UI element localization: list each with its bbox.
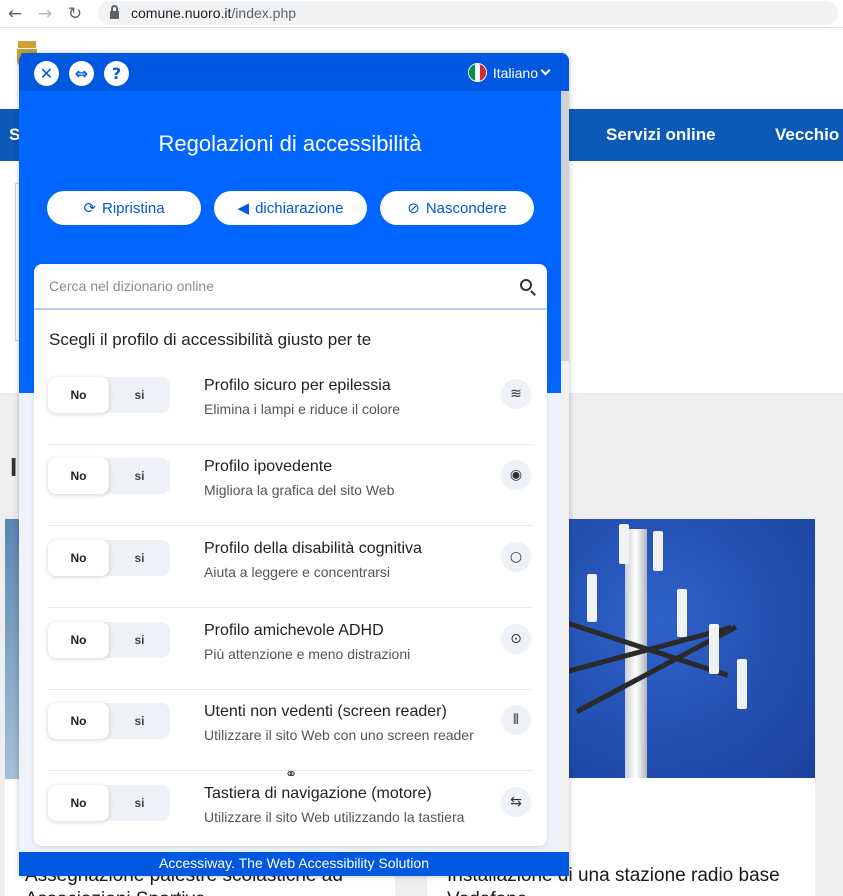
profile-row-keyboard: No si Tastiera di navigazione (motore) U… xyxy=(48,771,533,846)
back-button[interactable]: ← xyxy=(0,0,30,28)
url-domain: comune.nuoro.it xyxy=(131,5,232,21)
profile-name: Profilo sicuro per epilessia xyxy=(204,377,391,394)
toggle-yes[interactable]: si xyxy=(109,785,170,821)
profile-description: Migliora la grafica del sito Web xyxy=(204,482,395,498)
profile-row-cognitive: No si Profilo della disabilità cognitiva… xyxy=(48,526,533,608)
panel-scrollbar-thumb[interactable] xyxy=(561,91,569,361)
language-label: Italiano xyxy=(492,64,538,81)
antenna xyxy=(619,524,629,564)
nav-item-servizi-online[interactable]: Servizi online xyxy=(606,125,716,145)
toggle-yes[interactable]: si xyxy=(109,540,170,576)
profile-name: Profilo amichevole ADHD xyxy=(204,622,384,639)
antenna xyxy=(737,659,747,709)
focus-icon: ⊙ xyxy=(501,624,531,654)
antenna xyxy=(653,531,663,571)
profile-description: Più attenzione e meno distrazioni xyxy=(204,646,411,662)
eye-icon: ◉ xyxy=(501,460,531,490)
toggle-yes[interactable]: si xyxy=(109,377,170,413)
megaphone-icon: ◀ xyxy=(237,199,250,217)
profile-row-adhd: No si Profilo amichevole ADHD Più attenz… xyxy=(48,608,533,690)
refresh-icon: ⟳ xyxy=(83,199,97,217)
profiles-heading: Scegli il profilo di accessibilità giust… xyxy=(49,330,372,349)
move-panel-icon[interactable]: ⇔ xyxy=(69,61,94,86)
reset-label: Ripristina xyxy=(102,199,165,217)
reset-button[interactable]: ⟳ Ripristina xyxy=(47,191,201,225)
address-bar[interactable]: comune.nuoro.it/index.php xyxy=(98,1,838,25)
dictionary-search xyxy=(34,264,547,310)
url-path: /index.php xyxy=(231,5,297,21)
statement-button[interactable]: ◀ dichiarazione xyxy=(214,191,367,225)
profile-row-epilepsy: No si Profilo sicuro per epilessia Elimi… xyxy=(48,363,533,445)
section-title: I xyxy=(10,452,18,482)
swap-arrows-icon: ⇆ xyxy=(501,787,531,817)
profile-description: Elimina i lampi e riduce il colore xyxy=(204,401,401,417)
search-input[interactable] xyxy=(49,278,489,294)
profile-toggle[interactable]: No si xyxy=(48,458,170,494)
toggle-no[interactable]: No xyxy=(48,458,109,494)
panel-title: Regolazioni di accessibilità xyxy=(158,131,422,156)
search-icon[interactable] xyxy=(520,279,532,291)
profile-description: Aiuta a leggere e concentrarsi xyxy=(204,564,390,580)
profile-row-low-vision: No si Profilo ipovedente Migliora la gra… xyxy=(48,444,533,526)
toggle-no[interactable]: No xyxy=(48,785,109,821)
toggle-no[interactable]: No xyxy=(48,540,109,576)
toggle-yes[interactable]: si xyxy=(109,622,170,658)
browser-toolbar: ← → ↻ comune.nuoro.it/index.php xyxy=(0,0,843,28)
antenna xyxy=(709,624,719,674)
eye-slash-icon: ⊘ xyxy=(407,199,420,217)
panel-footer[interactable]: Accessiway. The Web Accessibility Soluti… xyxy=(19,852,569,876)
statement-label: dichiarazione xyxy=(255,199,344,217)
profile-name: Utenti non vedenti (screen reader) xyxy=(204,703,447,720)
help-icon[interactable]: ? xyxy=(104,61,129,86)
profile-row-screen-reader: No si Utenti non vedenti (screen reader)… xyxy=(48,689,533,771)
toggle-no[interactable]: No xyxy=(48,622,109,658)
wave-icon: ≋ xyxy=(501,379,531,409)
close-icon[interactable]: ✕ xyxy=(34,61,59,86)
toggle-no[interactable]: No xyxy=(48,703,109,739)
antenna xyxy=(587,574,597,622)
reload-button[interactable]: ↻ xyxy=(60,0,90,28)
profile-name: Profilo ipovedente xyxy=(204,458,333,475)
lock-icon xyxy=(110,4,119,19)
panel-topbar: ✕ ⇔ ? Italiano xyxy=(19,53,569,91)
brain-icon: ○ xyxy=(501,542,531,572)
profile-toggle[interactable]: No si xyxy=(48,622,170,658)
profile-description: Utilizzare il sito Web utilizzando la ta… xyxy=(204,809,465,825)
forward-button[interactable]: → xyxy=(30,0,60,28)
hide-label: Nascondere xyxy=(425,199,507,217)
toggle-yes[interactable]: si xyxy=(109,703,170,739)
chevron-down-icon xyxy=(540,65,551,76)
profile-name: Profilo della disabilità cognitiva xyxy=(204,540,422,557)
profiles-card: Scegli il profilo di accessibilità giust… xyxy=(34,264,547,846)
accessibility-panel: ✕ ⇔ ? Italiano Regolazioni di accessibil… xyxy=(19,53,569,876)
audio-icon: ⦀ xyxy=(501,705,531,735)
antenna xyxy=(677,589,687,637)
toggle-yes[interactable]: si xyxy=(109,458,170,494)
profile-description: Utilizzare il sito Web con uno screen re… xyxy=(204,727,474,743)
nav-item-vecchio-sito[interactable]: Vecchio s xyxy=(775,125,843,145)
profile-toggle[interactable]: No si xyxy=(48,377,170,413)
profile-name: Tastiera di navigazione (motore) xyxy=(204,785,432,802)
profile-toggle[interactable]: No si xyxy=(48,703,170,739)
toggle-no[interactable]: No xyxy=(48,377,109,413)
profile-toggle[interactable]: No si xyxy=(48,785,170,821)
hide-button[interactable]: ⊘ Nascondere xyxy=(380,191,534,225)
language-selector[interactable]: Italiano xyxy=(467,63,551,82)
italian-flag-icon xyxy=(467,63,487,82)
profile-toggle[interactable]: No si xyxy=(48,540,170,576)
